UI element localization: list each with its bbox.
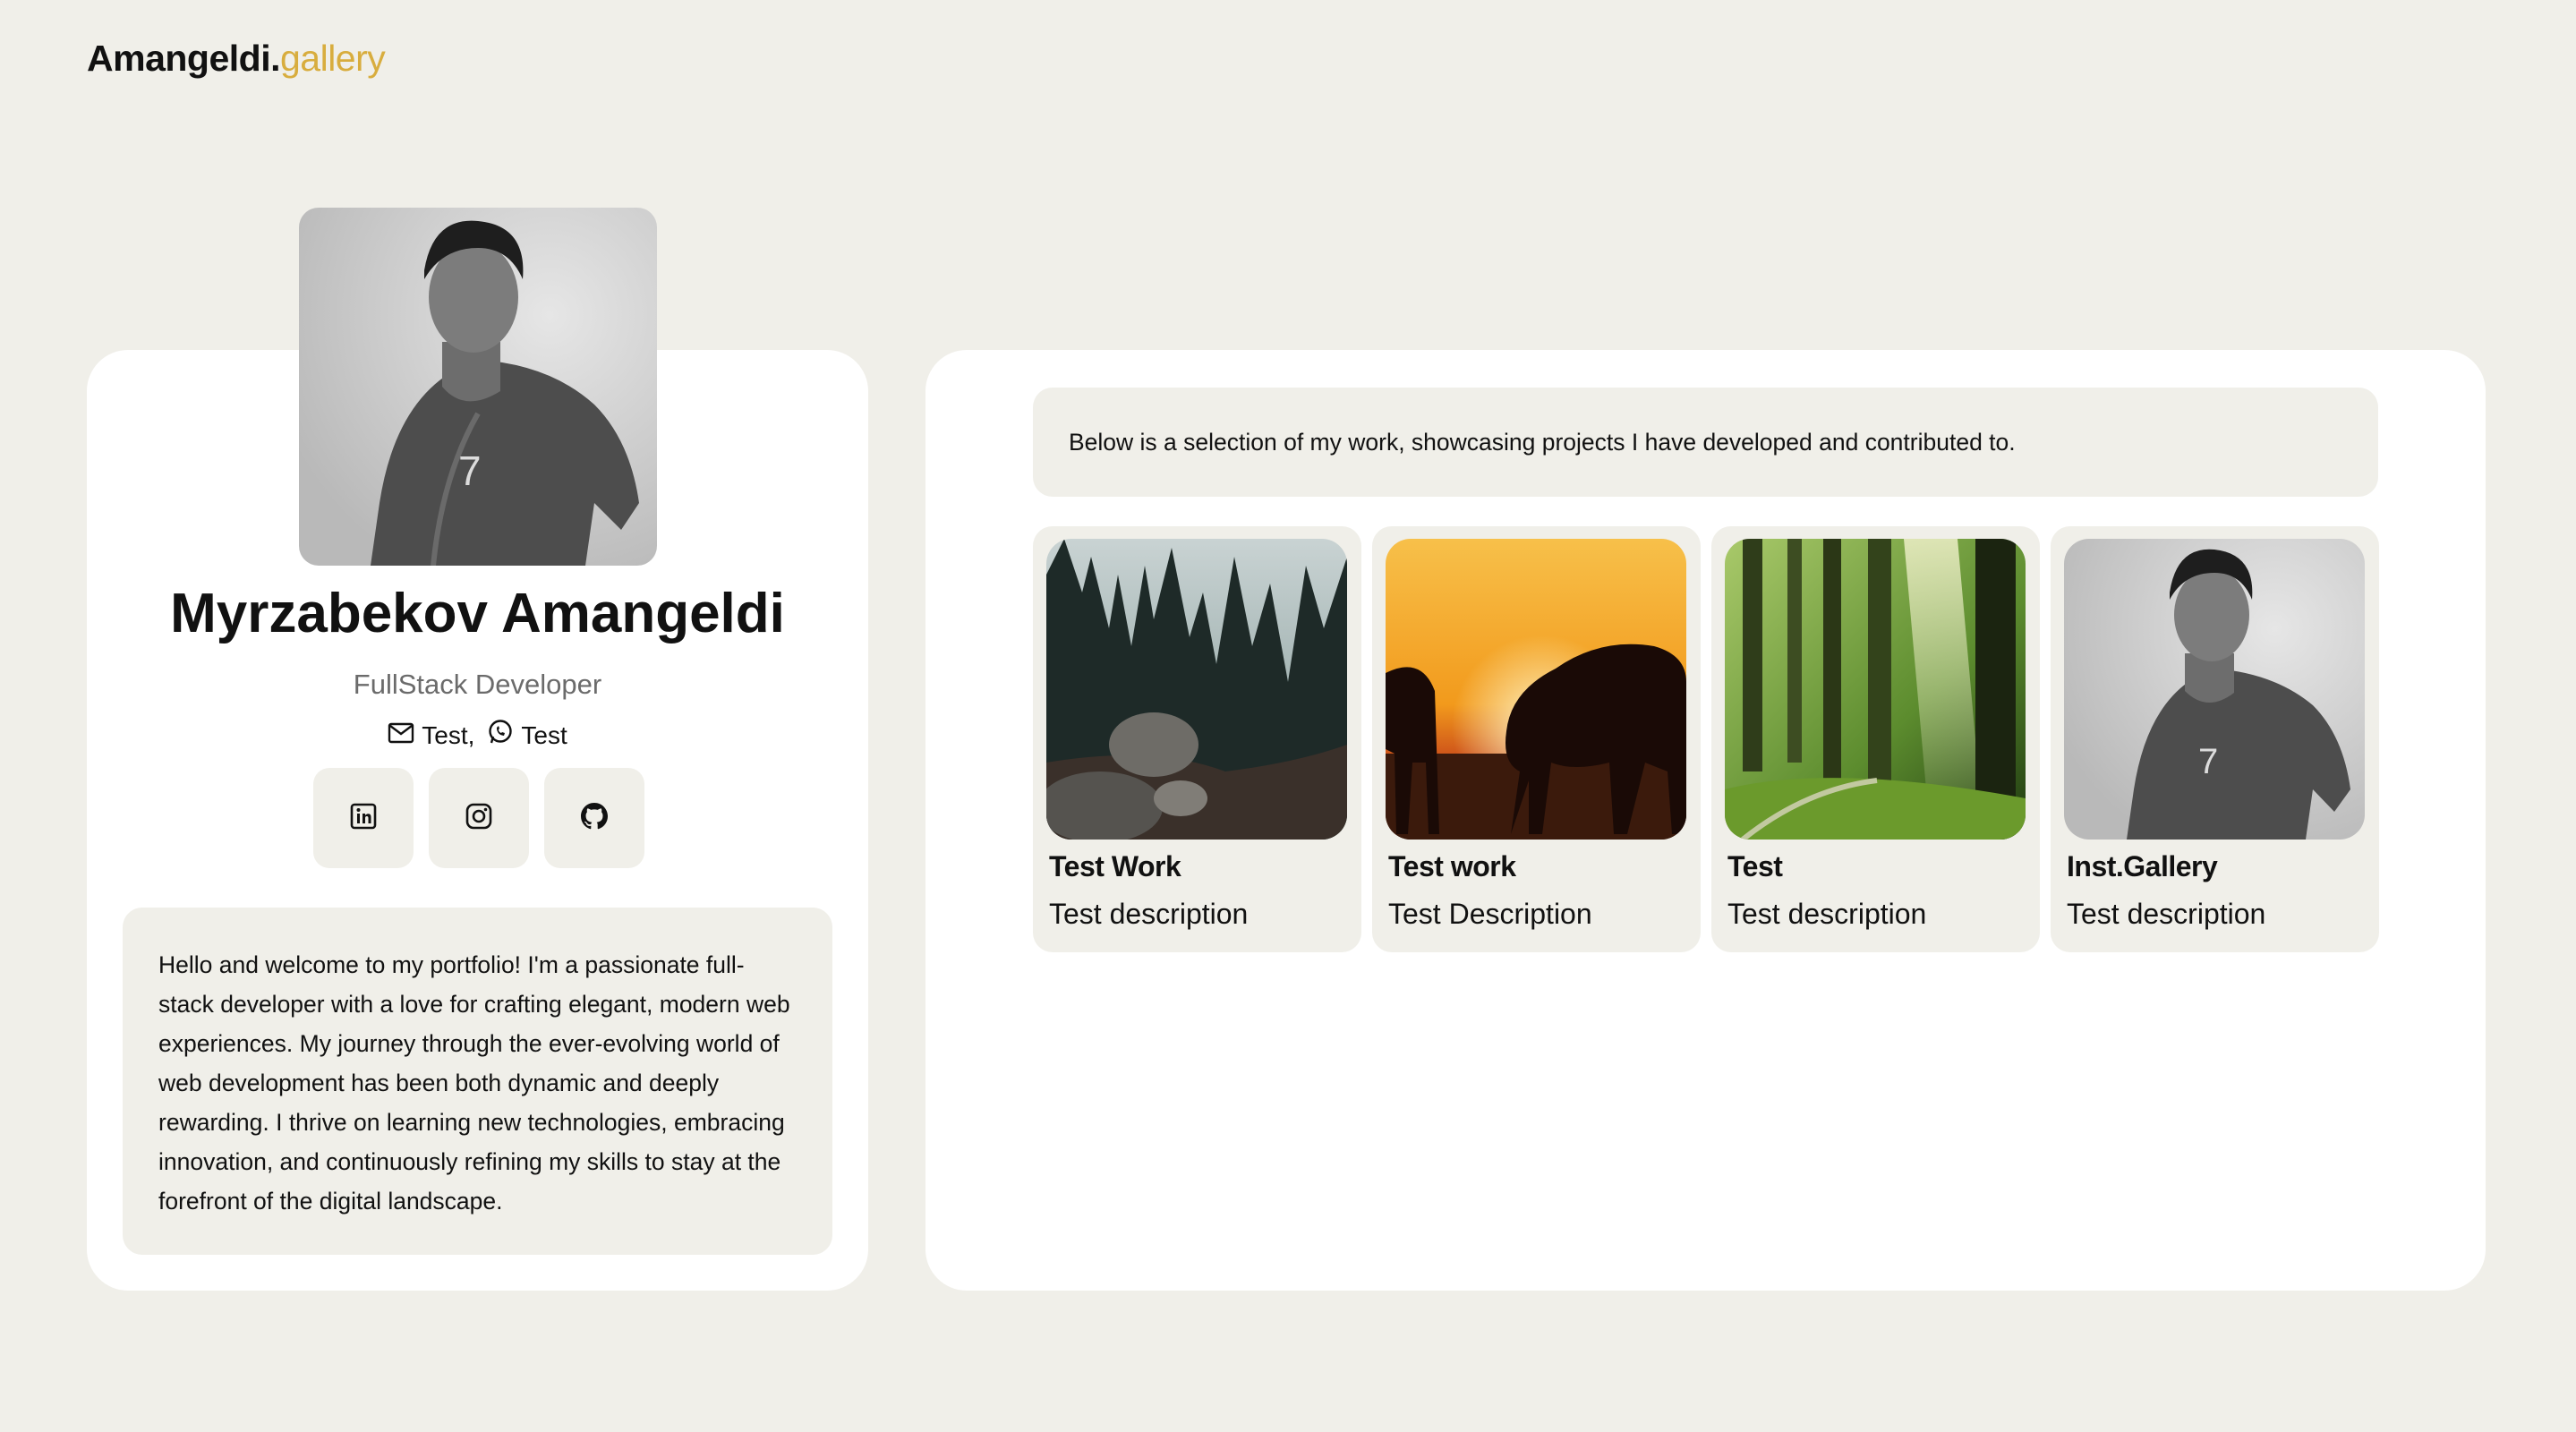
- email-contact[interactable]: Test,: [388, 721, 474, 750]
- about-text: Hello and welcome to my portfolio! I'm a…: [123, 908, 832, 1255]
- work-title: Test work: [1388, 850, 1516, 882]
- work-description: Test description: [2067, 898, 2266, 930]
- instagram-button[interactable]: [429, 768, 529, 868]
- svg-text:7: 7: [458, 448, 482, 494]
- linkedin-button[interactable]: [313, 768, 414, 868]
- github-icon: [579, 801, 610, 836]
- profile-name: Myrzabekov Amangeldi: [170, 583, 785, 644]
- logo-accent: gallery: [279, 38, 386, 79]
- github-button[interactable]: [544, 768, 644, 868]
- work-description: Test description: [1049, 898, 1249, 930]
- contact-row: Test, Test: [87, 719, 868, 752]
- work-image: 7: [2064, 539, 2365, 840]
- instagram-icon: [465, 802, 493, 835]
- mail-icon: [388, 721, 414, 750]
- site-logo[interactable]: Amangeldi.gallery: [87, 38, 386, 80]
- whatsapp-icon: [487, 719, 514, 752]
- work-card[interactable]: 7 Inst.Gallery Test description: [2051, 526, 2379, 952]
- profile-avatar: 7: [299, 208, 657, 566]
- phone-label: Test: [521, 720, 567, 749]
- work-title: Inst.Gallery: [2067, 850, 2218, 882]
- work-image: [1386, 539, 1686, 840]
- social-links: [313, 768, 644, 868]
- work-title: Test Work: [1049, 850, 1181, 882]
- works-intro: Below is a selection of my work, showcas…: [1033, 388, 2378, 497]
- email-label: Test,: [422, 720, 475, 749]
- work-image: [1725, 539, 2026, 840]
- logo-name: Amangeldi.: [87, 38, 280, 79]
- works-intro-text: Below is a selection of my work, showcas…: [1069, 428, 2016, 456]
- work-description: Test description: [1727, 898, 1927, 930]
- work-card[interactable]: Test Test description: [1711, 526, 2040, 952]
- works-grid: Test Work Test description Test work Tes…: [1033, 526, 2379, 952]
- svg-text:7: 7: [2198, 742, 2218, 781]
- work-image: [1046, 539, 1347, 840]
- work-description: Test Description: [1388, 898, 1592, 930]
- profile-role: FullStack Developer: [353, 669, 602, 700]
- work-title: Test: [1727, 850, 1783, 882]
- linkedin-icon: [349, 802, 378, 835]
- work-card[interactable]: Test Work Test description: [1033, 526, 1361, 952]
- phone-contact[interactable]: Test: [487, 719, 567, 752]
- work-card[interactable]: Test work Test Description: [1372, 526, 1701, 952]
